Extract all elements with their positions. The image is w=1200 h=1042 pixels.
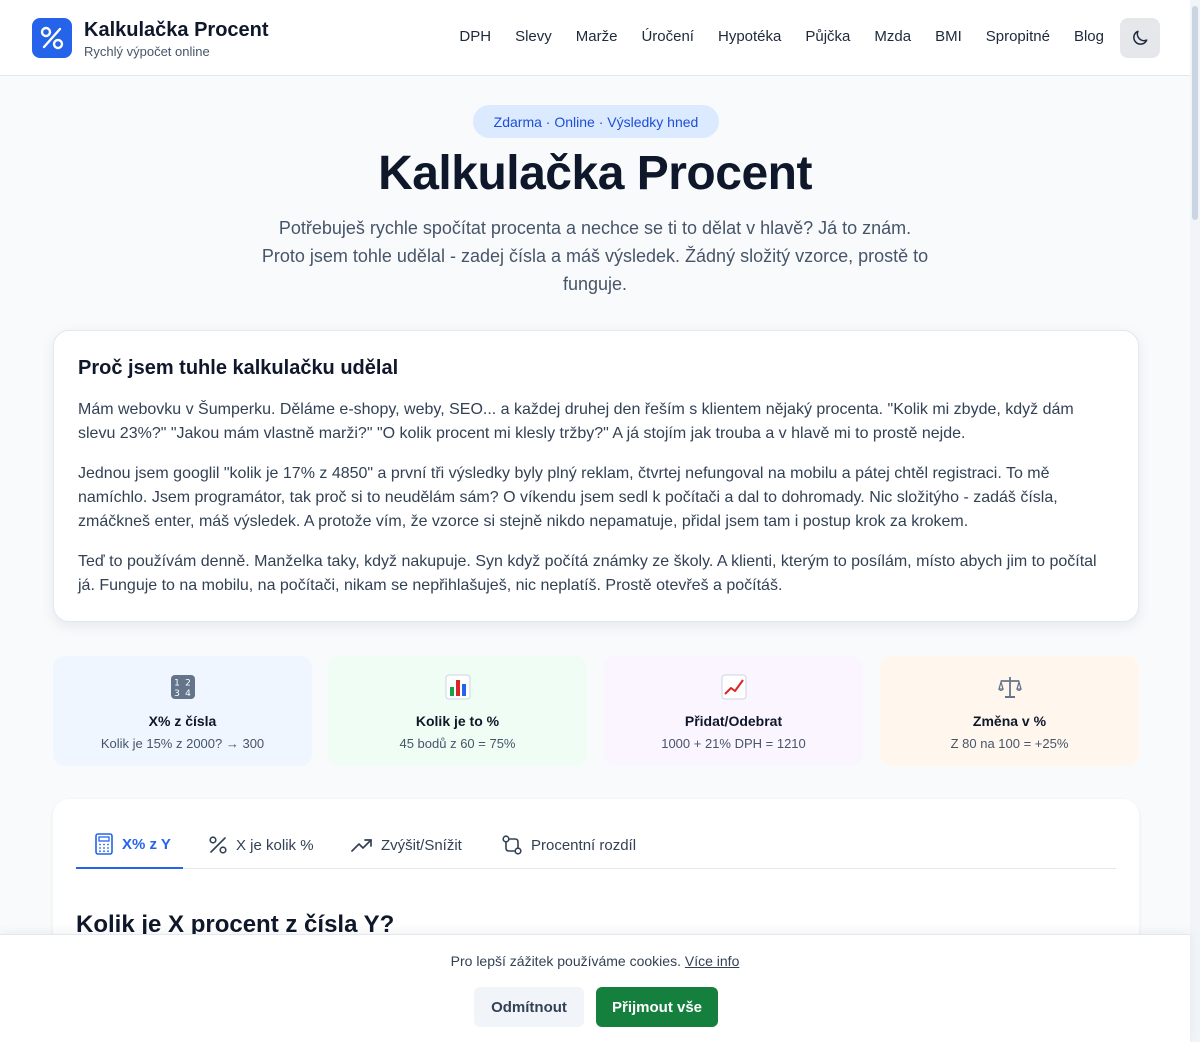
nav-spropitne[interactable]: Spropitné <box>986 28 1050 45</box>
cookie-accept-button[interactable]: Přijmout vše <box>596 987 718 1027</box>
tab-label: Procentní rozdíl <box>531 836 637 854</box>
hero-intro-line: Potřebuješ rychle spočítat procenta a ne… <box>278 218 912 238</box>
cookie-decline-button[interactable]: Odmítnout <box>474 987 584 1027</box>
svg-text:1: 1 <box>174 679 180 689</box>
feature-card-add-remove[interactable]: Přidat/Odebrat 1000 + 21% DPH = 1210 <box>604 656 863 766</box>
feature-desc: 45 bodů z 60 = 75% <box>399 736 516 751</box>
tab-label: X je kolik % <box>236 836 314 854</box>
brand-title[interactable]: Kalkulačka Procent <box>84 19 269 42</box>
tab-percent-difference[interactable]: Procentní rozdíl <box>501 821 636 869</box>
cookie-banner: Pro lepší zážitek používáme cookies. Víc… <box>0 934 1190 1042</box>
nav-bmi[interactable]: BMI <box>935 28 962 45</box>
nav-slevy[interactable]: Slevy <box>515 28 552 45</box>
calculator-icon <box>95 833 113 855</box>
story-card: Proč jsem tuhle kalkulačku udělal Mám we… <box>53 330 1139 622</box>
brand-subtitle: Rychlý výpočet online <box>84 44 210 59</box>
nav-marze[interactable]: Marže <box>576 28 618 45</box>
cookie-more-info-link[interactable]: Více info <box>685 953 739 969</box>
theme-toggle-button[interactable] <box>1120 18 1160 58</box>
nav-dph[interactable]: DPH <box>459 28 491 45</box>
svg-text:3: 3 <box>174 689 180 699</box>
feature-title: Přidat/Odebrat <box>684 713 783 729</box>
feature-card-what-percent[interactable]: Kolik je to % 45 bodů z 60 = 75% <box>328 656 587 766</box>
hero-intro-line: Proto jsem tohle udělal - zadej čísla a … <box>261 246 929 266</box>
trend-up-chart-icon <box>721 674 746 700</box>
hero-intro-line: funguje. <box>562 274 628 294</box>
cookie-message: Pro lepší zážitek používáme cookies. Víc… <box>0 953 1190 969</box>
nav-uroceni[interactable]: Úročení <box>641 28 694 45</box>
feature-title: X% z čísla <box>148 713 217 729</box>
nav-mzda[interactable]: Mzda <box>874 28 911 45</box>
svg-text:2: 2 <box>185 679 191 689</box>
story-paragraph: Teď to používám denně. Manželka taky, kd… <box>78 553 1097 594</box>
page-title: Kalkulačka Procent <box>378 147 812 200</box>
story-heading: Proč jsem tuhle kalkulačku udělal <box>78 357 399 379</box>
moon-icon <box>1133 30 1148 45</box>
site-header: Kalkulačka Procent Rychlý výpočet online… <box>0 0 1190 76</box>
git-compare-icon <box>502 835 522 855</box>
story-paragraph: Mám webovku v Šumperku. Děláme e-shopy, … <box>78 401 1074 442</box>
trending-up-icon <box>351 839 372 852</box>
tab-label: Zvýšit/Snížit <box>381 836 462 854</box>
percent-icon <box>209 836 227 854</box>
hero-badge: Zdarma · Online · Výsledky hned <box>473 105 719 138</box>
tab-label: X% z Y <box>122 835 171 853</box>
percent-icon <box>40 26 64 50</box>
svg-text:4: 4 <box>185 689 191 699</box>
story-paragraph: Jednou jsem googlil "kolik je 17% z 4850… <box>78 465 1058 530</box>
nav-hypoteka[interactable]: Hypotéka <box>718 28 781 45</box>
numbers-icon: 1 2 3 4 <box>170 675 195 699</box>
logo[interactable] <box>32 18 72 58</box>
hero-intro: Potřebuješ rychle spočítat procenta a ne… <box>245 214 945 298</box>
bar-chart-icon <box>445 674 470 700</box>
cookie-text: Pro lepší zážitek používáme cookies. <box>450 953 681 969</box>
nav-pujcka[interactable]: Půjčka <box>805 28 850 45</box>
scrollbar-thumb[interactable] <box>1192 6 1198 220</box>
feature-desc: 1000 + 21% DPH = 1210 <box>661 736 806 751</box>
tab-x-is-what-percent[interactable]: X je kolik % <box>208 821 314 869</box>
calculator-tabs: X% z Y X je kolik % Zvýšit/Snížit Procen… <box>76 821 1116 869</box>
tab-increase-decrease[interactable]: Zvýšit/Snížit <box>351 821 462 869</box>
tab-x-percent-of-y[interactable]: X% z Y <box>76 821 183 869</box>
feature-title: Kolik je to % <box>415 713 500 729</box>
feature-card-percent-of[interactable]: 1 2 3 4 X% z čísla Kolik je 15% z 2000? … <box>53 656 312 766</box>
nav-blog[interactable]: Blog <box>1074 28 1104 45</box>
feature-title: Změna v % <box>972 713 1047 729</box>
main-nav: DPH Slevy Marže Úročení Hypotéka Půjčka … <box>435 28 1104 45</box>
scales-icon <box>997 677 1022 698</box>
feature-desc: Z 80 na 100 = +25% <box>950 736 1069 751</box>
feature-desc: Kolik je 15% z 2000? → 300 <box>100 736 265 751</box>
feature-card-change[interactable]: Změna v % Z 80 na 100 = +25% <box>880 656 1139 766</box>
